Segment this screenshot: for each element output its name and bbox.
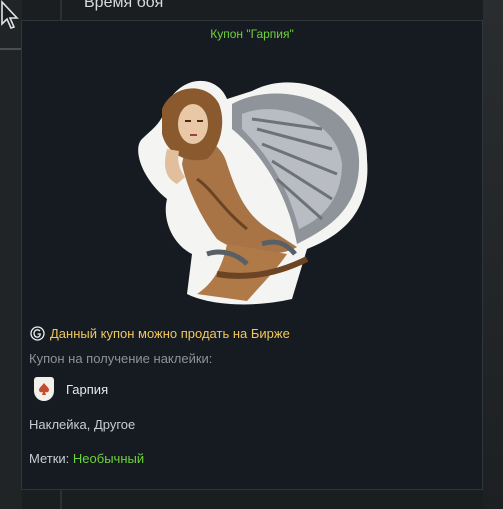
tags-label: Метки:	[29, 451, 70, 466]
harpy-sticker-image	[138, 80, 368, 305]
item-category: Наклейка, Другое	[29, 417, 136, 432]
tooltip-title: Купон "Гарпия"	[210, 27, 294, 41]
reward-item-name: Гарпия	[66, 381, 109, 397]
tags-value: Необычный	[72, 451, 145, 466]
cursor-arrow-icon	[1, 0, 19, 29]
market-sellable-note: Данный купон можно продать на Бирже	[30, 326, 290, 341]
item-tags: Метки: Необычный	[29, 451, 144, 466]
item-tooltip: Купон "Гарпия" Данный купон можно продат…	[21, 20, 483, 490]
left-panel-divider	[0, 48, 22, 50]
left-side-panel	[0, 0, 22, 509]
background-right-panel	[483, 0, 503, 509]
coupon-description: Купон на получение наклейки:	[29, 351, 213, 366]
market-note-text: Данный купон можно продать на Бирже	[50, 326, 290, 341]
spade-shield-icon	[34, 377, 54, 401]
background-section-title: Время боя	[84, 0, 164, 11]
market-g-icon	[30, 326, 45, 341]
reward-item-row: Гарпия	[34, 377, 108, 401]
